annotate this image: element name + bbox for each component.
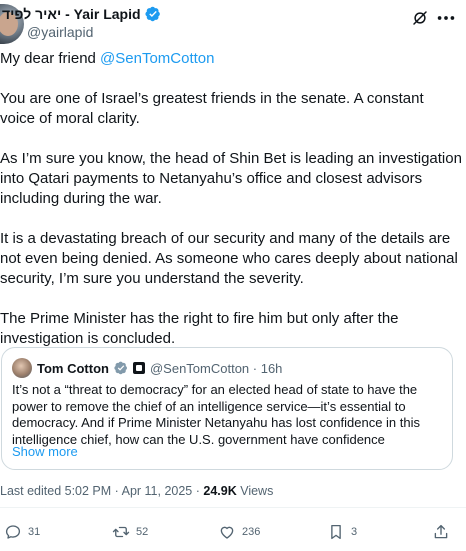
tweet-paragraph: The Prime Minister has the right to fire… xyxy=(0,310,399,347)
tweet-greeting: My dear friend @SenTomCotton xyxy=(0,49,462,69)
quoted-author-avatar xyxy=(12,358,32,378)
verified-badge-icon xyxy=(144,6,160,22)
more-icon[interactable] xyxy=(435,9,457,27)
share-button[interactable] xyxy=(432,520,450,544)
mention-link[interactable]: @SenTomCotton xyxy=(100,50,214,67)
repost-icon xyxy=(112,526,130,538)
like-button[interactable]: 236 xyxy=(218,520,260,544)
repost-button[interactable]: 52 xyxy=(112,520,148,544)
edited-timestamp[interactable]: Last edited 5:02 PM · Apr 11, 2025 · xyxy=(0,484,203,498)
author-display-name[interactable]: יאיר לפיד - Yair Lapid xyxy=(0,6,141,22)
tweet: יאיר לפיד - Yair Lapid @yairlapid My dea… xyxy=(0,0,466,551)
repost-count: 52 xyxy=(136,526,149,538)
like-count: 236 xyxy=(242,526,261,538)
reply-icon xyxy=(5,525,21,539)
views-label: Views xyxy=(236,484,274,498)
action-bar: 31 52 236 3 xyxy=(0,520,466,544)
share-icon xyxy=(434,524,448,539)
reply-button[interactable]: 31 xyxy=(4,520,40,544)
quoted-tweet[interactable]: Tom Cotton @SenTomCotton · 16h It’s not … xyxy=(1,347,453,470)
quoted-author-name: Tom Cotton xyxy=(37,360,109,376)
reply-count: 31 xyxy=(28,526,41,538)
views-count: 24.9K xyxy=(203,484,237,498)
greeting-text: My dear friend xyxy=(0,50,101,67)
tweet-meta: Last edited 5:02 PM · Apr 11, 2025 · 24.… xyxy=(0,484,273,498)
divider xyxy=(0,507,466,508)
bookmark-count: 3 xyxy=(351,526,358,538)
quoted-handle-time: @SenTomCotton · 16h xyxy=(149,360,283,376)
bookmark-icon xyxy=(331,524,341,540)
like-icon xyxy=(220,526,234,539)
show-more-link[interactable]: Show more xyxy=(12,444,78,459)
quoted-tweet-text: It’s not a “threat to democracy” for an … xyxy=(12,382,421,447)
bookmark-button[interactable]: 3 xyxy=(327,520,357,544)
tweet-paragraph: It is a devastating breach of our securi… xyxy=(0,230,458,287)
quoted-tweet-header: Tom Cotton @SenTomCotton · 16h xyxy=(12,358,282,378)
tweet-paragraph: You are one of Israel’s greatest friends… xyxy=(0,90,424,127)
verified-badge-icon xyxy=(114,361,127,375)
tweet-paragraph: As I’m sure you know, the head of Shin B… xyxy=(0,150,462,207)
author-handle[interactable]: @yairlapid xyxy=(27,24,93,40)
government-badge-icon xyxy=(132,362,145,374)
author-name-row[interactable]: יאיר לפיד - Yair Lapid xyxy=(0,5,161,23)
tweet-text: My dear friend @SenTomCotton You are one… xyxy=(0,49,462,369)
tweet-header: יאיר לפיד - Yair Lapid @yairlapid xyxy=(0,0,466,46)
grok-icon[interactable] xyxy=(411,9,429,27)
